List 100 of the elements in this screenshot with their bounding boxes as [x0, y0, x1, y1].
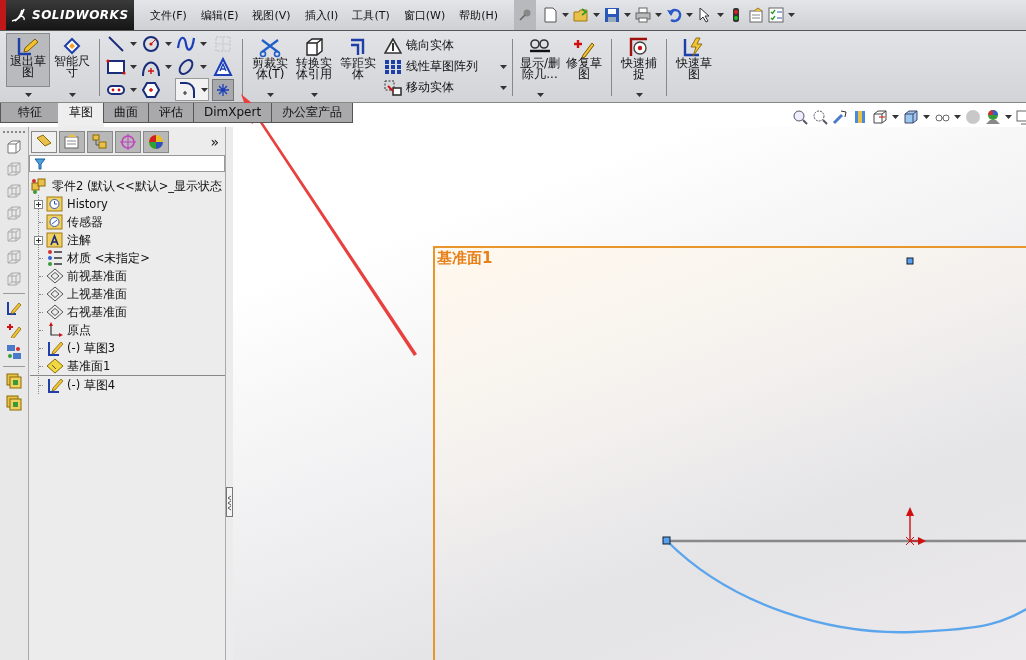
expand-icon[interactable] — [34, 235, 43, 245]
tree-item[interactable]: 材质 <未指定> — [67, 250, 150, 266]
sketch-point[interactable] — [662, 536, 671, 545]
tree-item[interactable]: 注解 — [67, 232, 91, 248]
caret-icon[interactable] — [593, 13, 601, 17]
tab[interactable]: 办公室产品 — [271, 103, 354, 123]
sketch-pencil-icon[interactable] — [6, 300, 22, 316]
tool-button[interactable] — [212, 78, 234, 101]
tree-item[interactable]: 零件2 (默认<<默认>_显示状态 — [52, 178, 223, 194]
ellipse-icon — [176, 56, 196, 77]
tab[interactable]: 草图 — [58, 103, 104, 127]
pencil-plus-icon[interactable] — [6, 322, 22, 338]
menu-item[interactable]: 文件(F) — [150, 7, 187, 23]
tab[interactable]: DimXpert — [193, 103, 273, 123]
caret-icon[interactable] — [635, 93, 643, 97]
menu-item[interactable]: 工具(T) — [352, 7, 390, 23]
pattern-icon — [384, 58, 402, 75]
tree-item[interactable]: 上视基准面 — [67, 286, 127, 302]
tree-item[interactable]: (-) 草图3 — [67, 340, 116, 356]
section-view-icon[interactable] — [852, 109, 868, 125]
menu-item[interactable]: 插入(I) — [304, 7, 339, 23]
caret-icon[interactable] — [500, 85, 507, 90]
zoom-fit-icon[interactable] — [792, 109, 808, 125]
caret-icon[interactable] — [892, 115, 899, 119]
panel-tab[interactable] — [31, 131, 57, 153]
caret-icon[interactable] — [686, 13, 694, 17]
plane-icon — [46, 357, 64, 375]
stacked-boxes-icon[interactable] — [6, 395, 22, 411]
tree-item[interactable]: 基准面1 — [67, 358, 111, 374]
command-button[interactable]: 线性草图阵列 — [384, 58, 478, 75]
ribbon-button[interactable]: 剪裁实体(T) — [248, 33, 292, 87]
ribbon-button[interactable]: 快速草图 — [672, 33, 716, 87]
ribbon-button[interactable]: 等距实体 — [336, 33, 380, 87]
sketch-point[interactable] — [906, 257, 914, 265]
tab[interactable]: 特征 — [0, 103, 59, 123]
zoom-area-icon[interactable] — [812, 109, 828, 125]
cube-icon[interactable] — [6, 139, 22, 155]
display-style-icon[interactable] — [903, 109, 919, 125]
caret-icon[interactable] — [954, 115, 961, 119]
view-cube-icon[interactable] — [872, 109, 888, 125]
caret-icon[interactable] — [717, 13, 725, 17]
panel-tab[interactable] — [59, 131, 85, 153]
menu-item[interactable]: 编辑(E) — [200, 7, 239, 23]
previous-view-icon[interactable] — [832, 109, 848, 125]
more-button[interactable]: » — [210, 134, 219, 150]
pin-button[interactable] — [514, 0, 537, 30]
ribbon-button[interactable]: 转换实体引用 — [292, 33, 336, 87]
caret-icon[interactable] — [655, 13, 663, 17]
filter-icon[interactable] — [34, 157, 46, 170]
caret-icon[interactable] — [923, 115, 930, 119]
menu-item[interactable]: 视图(V) — [252, 7, 291, 23]
caret-icon[interactable] — [165, 64, 172, 69]
caret-icon[interactable] — [500, 64, 507, 69]
caret-icon[interactable] — [165, 41, 172, 46]
caret-icon[interactable] — [130, 64, 137, 69]
ribbon-button[interactable]: 快速捕捉 — [617, 33, 661, 87]
command-button[interactable]: 镜向实体 — [384, 37, 454, 54]
caret-icon[interactable] — [536, 93, 544, 97]
stacked-boxes-icon[interactable] — [6, 373, 22, 389]
tree-item[interactable]: History — [67, 197, 108, 211]
caret-icon[interactable] — [68, 93, 76, 97]
letter-a-folder-icon — [46, 231, 64, 249]
save-icon[interactable] — [604, 7, 621, 23]
menu-item[interactable]: 帮助(H) — [459, 7, 499, 23]
ribbon-button[interactable]: 智能尺寸 — [50, 33, 94, 87]
caret-icon[interactable] — [266, 93, 274, 97]
caret-icon[interactable] — [562, 13, 570, 17]
command-button[interactable]: 移动实体 — [384, 79, 454, 96]
ribbon-button[interactable]: 退出草图 — [6, 33, 50, 87]
tool-button[interactable] — [212, 55, 234, 78]
expand-icon[interactable] — [34, 199, 43, 209]
caret-icon[interactable] — [201, 87, 208, 92]
tree-item[interactable]: 原点 — [67, 322, 91, 338]
splitter-handle-icon[interactable] — [226, 487, 233, 517]
caret-icon[interactable] — [130, 41, 137, 46]
caret-icon[interactable] — [788, 13, 796, 17]
tree-item[interactable]: 右视基准面 — [67, 304, 127, 320]
caret-icon[interactable] — [624, 13, 632, 17]
caret-icon[interactable] — [24, 93, 32, 97]
tree-item[interactable]: 传感器 — [67, 214, 103, 230]
undo-icon[interactable] — [666, 7, 683, 23]
relation-icon[interactable] — [6, 344, 22, 360]
caret-icon[interactable] — [130, 87, 137, 92]
menu-item[interactable]: 窗口(W) — [403, 7, 446, 23]
caret-icon[interactable] — [310, 93, 318, 97]
ribbon-button[interactable]: 显示/删除几... — [518, 33, 562, 87]
checklist-icon[interactable] — [768, 7, 785, 23]
tab[interactable]: 评估 — [148, 103, 194, 123]
caret-icon[interactable] — [1005, 115, 1012, 119]
sketch-line[interactable] — [669, 539, 1026, 543]
caret-icon[interactable] — [200, 64, 207, 69]
scene-icon[interactable] — [985, 109, 1001, 125]
ribbon-button[interactable]: 修复草图 — [562, 33, 606, 87]
tab[interactable]: 曲面 — [103, 103, 149, 123]
tree-item[interactable]: 前视基准面 — [67, 268, 127, 284]
filter-field[interactable] — [29, 155, 225, 172]
caret-icon[interactable] — [200, 41, 207, 46]
panel-tab[interactable] — [143, 131, 169, 153]
printer-icon[interactable] — [635, 7, 652, 23]
tree-item[interactable]: (-) 草图4 — [67, 377, 116, 393]
